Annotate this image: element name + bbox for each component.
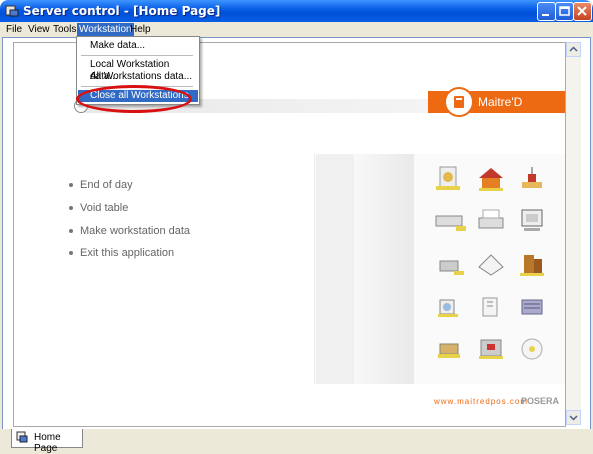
cd-icon: [432, 164, 468, 194]
chevron-down-icon: [569, 415, 578, 421]
link-label: Exit this application: [80, 247, 175, 259]
panel-column: [276, 154, 315, 384]
link-label: Void table: [80, 202, 129, 214]
menu-separator: [81, 55, 193, 56]
brand-banner: Maitre'D: [428, 87, 565, 117]
minimize-button[interactable]: [537, 2, 556, 21]
menu-file[interactable]: File: [4, 23, 24, 36]
link-end-of-day[interactable]: End of day: [69, 179, 133, 191]
annotation-highlight-circle: [76, 85, 192, 113]
paper-stack-icon: [473, 249, 509, 279]
scroll-down-button[interactable]: [566, 410, 581, 425]
menu-bar: File View Tools Workstation Help: [0, 22, 593, 37]
menu-workstation[interactable]: Workstation: [77, 23, 134, 36]
link-exit-application[interactable]: Exit this application: [69, 247, 174, 259]
link-make-workstation-data[interactable]: Make workstation data: [69, 225, 190, 237]
illustration-panel: [276, 154, 565, 384]
vertical-scrollbar[interactable]: [566, 42, 581, 425]
tab-label: Home Page: [34, 432, 61, 454]
disc-icon: [514, 334, 550, 364]
panel-strip-gradient: [354, 154, 414, 384]
menu-item-make-data[interactable]: Make data...: [78, 40, 198, 52]
document-tab-strip: Home Page: [2, 429, 591, 454]
menu-item-local-workstation-data[interactable]: Local Workstation data...: [78, 59, 198, 82]
link-label: Make workstation data: [80, 225, 191, 237]
close-button[interactable]: [573, 2, 592, 21]
menu-item-all-workstations-data[interactable]: All Workstations data...: [78, 71, 198, 83]
tab-home-page[interactable]: Home Page: [11, 429, 83, 454]
menu-view[interactable]: View: [26, 23, 52, 36]
cash-register-icon: [432, 334, 468, 364]
monitor-icon: [514, 206, 550, 236]
maximize-button[interactable]: [555, 2, 574, 21]
minimize-icon: [542, 14, 549, 16]
panel-strip: [316, 154, 354, 384]
terminal-icon: [432, 249, 468, 279]
maximize-icon: [559, 6, 570, 16]
phone-icon: [473, 292, 509, 322]
brand-name: Maitre'D: [478, 95, 523, 109]
server-control-icon: [5, 5, 19, 17]
close-icon: [577, 6, 587, 16]
server-rack-icon: [514, 292, 550, 322]
maitre-d-logo-icon: [444, 87, 474, 117]
camera-icon: [432, 292, 468, 322]
tablet-icon: [473, 334, 509, 364]
chevron-up-icon: [569, 46, 578, 52]
keyboard-icon: [432, 206, 468, 236]
footer-url[interactable]: www.maitredpos.com: [434, 397, 528, 406]
menu-tools[interactable]: Tools: [51, 23, 78, 36]
printer-icon: [473, 206, 509, 236]
house-icon: [473, 164, 509, 194]
window-title: Server control - [Home Page]: [23, 4, 221, 18]
menu-help[interactable]: Help: [128, 23, 153, 36]
staircase-icon: [514, 164, 550, 194]
main-window: Server control - [Home Page] File View T…: [0, 0, 593, 454]
building-icon: [514, 249, 550, 279]
link-label: End of day: [80, 179, 133, 191]
link-void-table[interactable]: Void table: [69, 202, 128, 214]
posera-logo: POSERA: [521, 396, 560, 406]
scroll-up-button[interactable]: [566, 42, 581, 57]
title-bar[interactable]: Server control - [Home Page]: [0, 0, 593, 22]
home-page-icon: [16, 431, 28, 443]
